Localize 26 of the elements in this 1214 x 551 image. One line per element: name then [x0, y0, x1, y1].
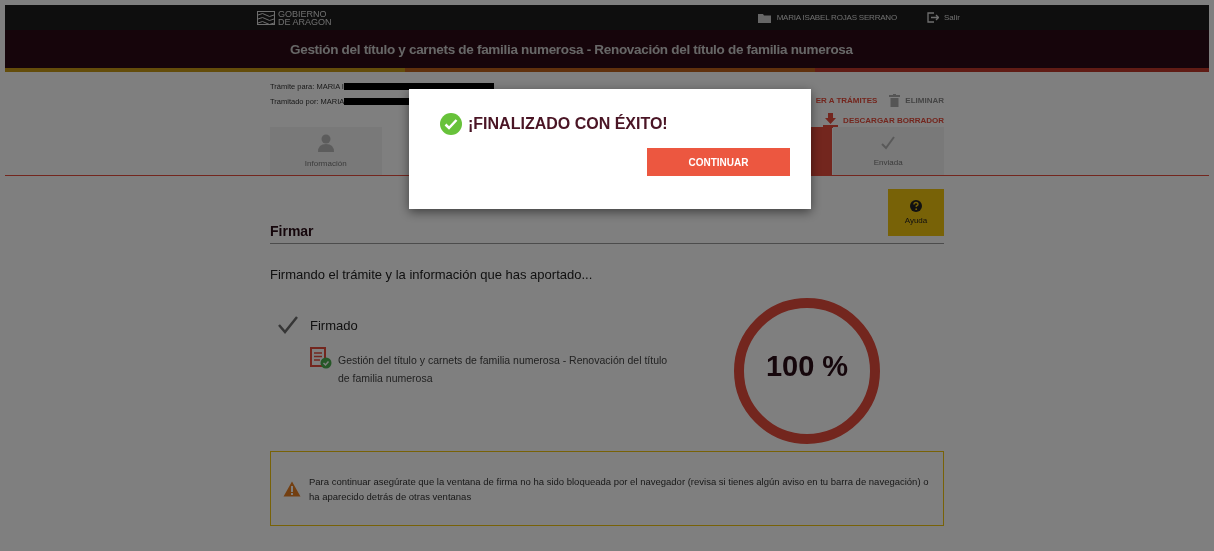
check-icon — [880, 135, 897, 151]
status-text: Firmando el trámite y la información que has aportado... — [270, 267, 594, 282]
warning-icon — [283, 480, 301, 497]
person-icon — [317, 134, 334, 152]
document-title: Gestión del título y carnets de familia numerosa - Renovación del título de familia numerosa — [338, 353, 669, 386]
check-icon — [278, 316, 298, 334]
logout-icon — [927, 12, 939, 23]
success-check-icon — [440, 113, 462, 135]
help-icon — [910, 200, 922, 212]
folder-icon — [757, 12, 771, 23]
help-button[interactable]: Ayuda — [888, 189, 944, 236]
user-name: MARIA ISABEL ROJAS SERRANO — [776, 13, 897, 22]
step-tab[interactable]: Enviada — [832, 127, 944, 175]
warning-text: Para continuar asegúrate que la ventana de firma no ha sido bloqueada por el navegador (revisa si tienes algún aviso en tu barra de navegación) o ha aparecido detrás de otras ventanas — [309, 474, 930, 504]
dialog-title: ¡FINALIZADO CON ÉXITO! — [468, 115, 668, 133]
logout-link[interactable]: Salir — [927, 12, 960, 23]
flag-icon — [257, 10, 275, 25]
page-title: Gestión del título y carnets de familia numerosa - Renovación del título de familia numerosa — [290, 41, 854, 57]
continue-button[interactable]: CONTINUAR — [647, 148, 790, 176]
step-label: Firmado — [310, 317, 358, 333]
section-heading: Firmar — [270, 223, 314, 239]
back-link[interactable]: ER A TRÁMITES — [815, 94, 878, 107]
progress-reading: 100 % — [764, 350, 850, 383]
document-icon — [310, 347, 332, 369]
logo-text: GOBIERNO DE ARAGON — [278, 9, 332, 26]
trash-icon — [889, 94, 901, 107]
